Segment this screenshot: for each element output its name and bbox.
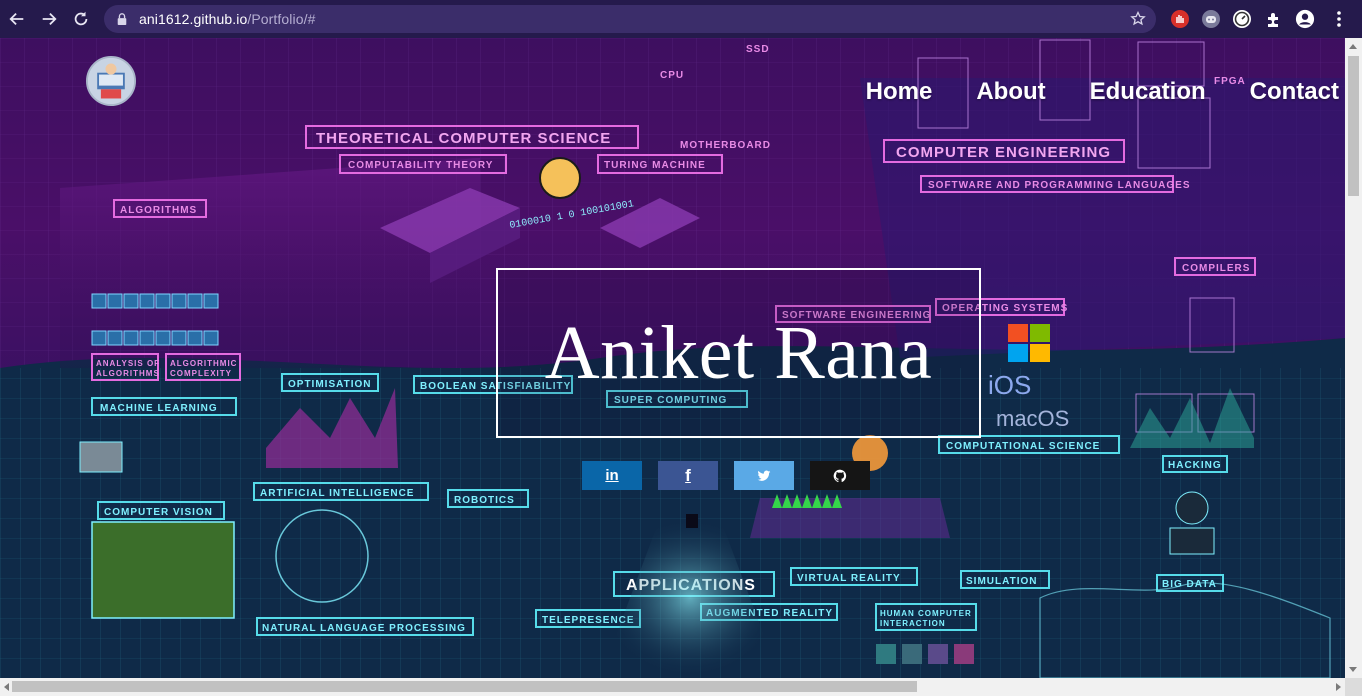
svg-text:SIMULATION: SIMULATION	[966, 576, 1037, 587]
svg-text:COMPUTER ENGINEERING: COMPUTER ENGINEERING	[896, 144, 1111, 161]
svg-text:COMPILERS: COMPILERS	[1182, 263, 1250, 274]
nav-contact[interactable]: Contact	[1250, 78, 1339, 106]
speed-extension-icon[interactable]	[1231, 8, 1253, 30]
page-viewport: THEORETICAL COMPUTER SCIENCE COMPUTER EN…	[0, 38, 1345, 678]
reload-icon	[74, 11, 88, 26]
nav-education[interactable]: Education	[1090, 78, 1206, 106]
hero-name: Aniket Rana	[544, 310, 933, 395]
linkedin-button[interactable]: in	[582, 461, 642, 490]
hero-name-box: Aniket Rana	[496, 268, 981, 438]
puzzle-icon[interactable]	[1263, 8, 1285, 30]
svg-text:macOS: macOS	[996, 406, 1069, 431]
lock-icon	[116, 12, 130, 26]
horizontal-scrollbar[interactable]	[0, 678, 1345, 696]
facebook-button[interactable]: f	[658, 461, 718, 490]
svg-text:SOFTWARE AND PROGRAMMING LANGU: SOFTWARE AND PROGRAMMING LANGUAGES	[928, 180, 1191, 191]
twitter-button[interactable]	[734, 461, 794, 490]
svg-text:COMPLEXITY: COMPLEXITY	[170, 369, 232, 378]
svg-text:NATURAL LANGUAGE PROCESSING: NATURAL LANGUAGE PROCESSING	[262, 623, 466, 634]
scroll-up-arrow[interactable]	[1349, 44, 1357, 49]
scroll-down-arrow[interactable]	[1349, 667, 1357, 672]
svg-text:iOS: iOS	[988, 370, 1031, 400]
profile-icon[interactable]	[1294, 8, 1316, 30]
url-host: ani1612.github.io	[139, 11, 248, 27]
browser-toolbar: ani1612.github.io/Portfolio/#	[0, 0, 1362, 38]
url-text: ani1612.github.io/Portfolio/#	[139, 11, 315, 27]
avatar	[88, 58, 134, 104]
linkedin-icon: in	[605, 467, 619, 484]
back-icon	[9, 12, 24, 26]
vertical-scroll-thumb[interactable]	[1348, 56, 1359, 196]
svg-text:OPTIMISATION: OPTIMISATION	[288, 379, 371, 390]
discord-extension-icon[interactable]	[1200, 8, 1222, 30]
svg-text:SSD: SSD	[746, 44, 770, 55]
nav-about[interactable]: About	[976, 78, 1045, 106]
social-links: in f	[582, 461, 870, 490]
svg-text:HUMAN COMPUTER: HUMAN COMPUTER	[880, 609, 972, 618]
github-button[interactable]	[810, 461, 870, 490]
svg-text:ALGORITHMIC: ALGORITHMIC	[170, 359, 237, 368]
svg-text:ANALYSIS OF: ANALYSIS OF	[96, 359, 160, 368]
svg-text:CPU: CPU	[660, 70, 684, 81]
svg-text:VIRTUAL REALITY: VIRTUAL REALITY	[797, 573, 901, 584]
main-navigation: Home About Education Contact	[822, 78, 1339, 106]
reload-button[interactable]	[65, 3, 97, 35]
scroll-right-arrow[interactable]	[1336, 683, 1341, 691]
menu-icon[interactable]	[1328, 8, 1350, 30]
art-label-theoretical-cs: THEORETICAL COMPUTER SCIENCE	[316, 130, 611, 147]
svg-text:ALGORITHMS: ALGORITHMS	[96, 369, 160, 378]
url-path: /Portfolio/#	[247, 11, 316, 27]
svg-text:COMPUTER VISION: COMPUTER VISION	[104, 507, 213, 518]
github-icon	[833, 469, 847, 482]
star-icon[interactable]	[1130, 10, 1146, 27]
svg-text:MACHINE LEARNING: MACHINE LEARNING	[100, 403, 218, 414]
forward-icon	[42, 12, 57, 26]
scrollbar-corner	[1345, 678, 1362, 696]
svg-text:TURING MACHINE: TURING MACHINE	[604, 160, 706, 171]
horizontal-scroll-thumb[interactable]	[12, 681, 917, 692]
facebook-icon: f	[685, 465, 691, 485]
back-button[interactable]	[1, 3, 33, 35]
stop-extension-icon[interactable]	[1169, 8, 1191, 30]
svg-text:COMPUTABILITY THEORY: COMPUTABILITY THEORY	[348, 160, 493, 171]
svg-text:ALGORITHMS: ALGORITHMS	[120, 205, 197, 216]
address-bar[interactable]: ani1612.github.io/Portfolio/#	[104, 5, 1156, 33]
forward-button[interactable]	[33, 3, 65, 35]
site-logo[interactable]	[86, 56, 136, 106]
svg-text:COMPUTATIONAL SCIENCE: COMPUTATIONAL SCIENCE	[946, 441, 1100, 452]
svg-text:HACKING: HACKING	[1168, 460, 1222, 471]
svg-text:MOTHERBOARD: MOTHERBOARD	[680, 140, 771, 151]
nav-home[interactable]: Home	[866, 78, 933, 106]
svg-text:ROBOTICS: ROBOTICS	[454, 495, 515, 506]
vertical-scrollbar[interactable]	[1345, 38, 1362, 678]
svg-text:INTERACTION: INTERACTION	[880, 619, 946, 628]
svg-text:ARTIFICIAL INTELLIGENCE: ARTIFICIAL INTELLIGENCE	[260, 488, 414, 499]
twitter-icon	[757, 470, 771, 481]
scroll-left-arrow[interactable]	[4, 683, 9, 691]
